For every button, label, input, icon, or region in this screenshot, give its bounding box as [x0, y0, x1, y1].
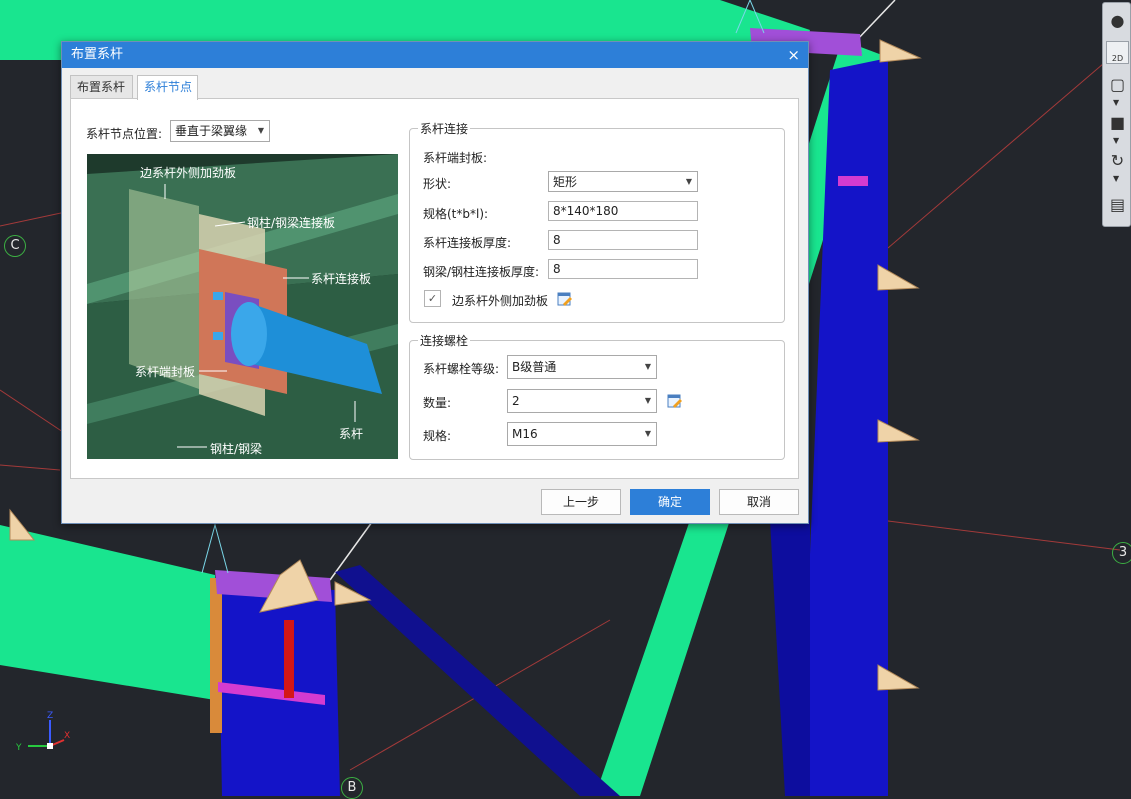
bolt-spec-value: M16: [512, 427, 538, 441]
view-toolbar: ● 2D ▢ ▼ ■ ▼ ↻ ▼ ▤: [1102, 2, 1131, 227]
bolt-count-value: 2: [512, 394, 520, 408]
end-plate-label: 系杆端封板:: [423, 151, 488, 165]
node-preview-drawing: [87, 154, 398, 459]
callout-stiffener: 边系杆外侧加劲板: [140, 166, 237, 180]
group-bolts-title: 连接螺栓: [418, 332, 471, 349]
tie-plate-thickness-label: 系杆连接板厚度:: [423, 236, 512, 250]
tie-plate-thickness-input[interactable]: 8: [548, 230, 698, 250]
dialog-titlebar[interactable]: 布置系杆 ×: [62, 42, 808, 68]
tie-plate-thickness-value: 8: [553, 233, 561, 247]
column-lower-end-plate: [210, 578, 222, 733]
cube-solid-icon[interactable]: ■: [1106, 111, 1129, 134]
axis-label-c: C: [4, 235, 26, 257]
prev-step-button[interactable]: 上一步: [541, 489, 621, 515]
triad-y-label: Y: [15, 743, 22, 753]
tie-rod-dialog: 布置系杆 × 布置系杆 系杆节点 系杆节点位置: 垂直于梁翼缘 ▼ 边系杆外侧加…: [61, 41, 809, 524]
rotate-icon[interactable]: ↻: [1106, 149, 1129, 172]
spec-value: 8*140*180: [553, 204, 619, 218]
shape-select[interactable]: 矩形 ▼: [548, 171, 698, 192]
axis-label-3: 3: [1112, 542, 1131, 564]
group-tie-connection: 系杆连接 系杆端封板: 形状: 矩形 ▼ 规格(t*b*l): 8*140*18…: [409, 120, 785, 323]
node-position-label: 系杆节点位置:: [86, 127, 163, 141]
view-2d-button[interactable]: 2D: [1106, 41, 1129, 64]
callout-column-beam: 钢柱/钢梁: [210, 442, 263, 456]
chevron-down-icon: ▼: [257, 126, 264, 135]
node-preview-image: 边系杆外侧加劲板 钢柱/钢梁连接板 系杆连接板 系杆端封板 系杆 钢柱/钢梁: [87, 154, 398, 459]
chevron-down-icon[interactable]: ▼: [1113, 98, 1119, 107]
beam-plate-thickness-value: 8: [553, 262, 561, 276]
callout-tie-rod: 系杆: [339, 427, 364, 441]
cancel-button[interactable]: 取消: [719, 489, 799, 515]
bolt-grade-select[interactable]: B级普通 ▼: [507, 355, 657, 379]
triad-x-label: X: [64, 731, 70, 741]
callout-beam-plate: 钢柱/钢梁连接板: [247, 216, 336, 230]
tab-place-tie-rod[interactable]: 布置系杆: [70, 75, 133, 99]
orbit-sphere-icon[interactable]: ●: [1106, 9, 1129, 32]
stiffener-checkbox-label[interactable]: 边系杆外侧加劲板: [452, 292, 548, 309]
tab-panel-node: 系杆节点位置: 垂直于梁翼缘 ▼ 边系杆外侧加劲板 钢柱/钢梁连接板 系杆连接板…: [70, 98, 799, 479]
stiffener-checkbox[interactable]: ✓: [424, 290, 441, 307]
triad-z-label: Z: [47, 711, 53, 721]
spec-label: 规格(t*b*l):: [423, 207, 489, 221]
ok-button[interactable]: 确定: [630, 489, 710, 515]
bolt-spec-select[interactable]: M16 ▼: [507, 422, 657, 446]
group-tie-connection-title: 系杆连接: [418, 120, 471, 137]
tab-tie-rod-node[interactable]: 系杆节点: [137, 75, 198, 100]
dialog-title: 布置系杆: [71, 47, 124, 62]
properties-panel-icon[interactable]: ▤: [1106, 193, 1129, 216]
shape-value: 矩形: [553, 175, 578, 189]
group-bolts: 连接螺栓 系杆螺栓等级: B级普通 ▼ 数量: 2 ▼ 规格: M16 ▼: [409, 332, 785, 460]
bolt-spec-label: 规格:: [423, 429, 452, 443]
stiffener-edit-icon[interactable]: [557, 291, 573, 307]
cube-wireframe-icon[interactable]: ▢: [1106, 73, 1129, 96]
bolt-count-edit-icon[interactable]: [667, 393, 683, 409]
bolt-count-select[interactable]: 2 ▼: [507, 389, 657, 413]
chevron-down-icon: ▼: [685, 177, 692, 186]
chevron-down-icon[interactable]: ▼: [1113, 174, 1119, 183]
red-bracket: [284, 620, 294, 698]
beam-plate-thickness-input[interactable]: 8: [548, 259, 698, 279]
callout-end-plate: 系杆端封板: [135, 365, 196, 379]
chevron-down-icon: ▼: [644, 396, 651, 405]
close-icon[interactable]: ×: [787, 42, 800, 68]
spec-input[interactable]: 8*140*180: [548, 201, 698, 221]
node-position-value: 垂直于梁翼缘: [175, 124, 248, 138]
axis-triad: Z Y X: [15, 711, 70, 753]
shape-label: 形状:: [423, 177, 452, 191]
bolt-count-label: 数量:: [423, 396, 452, 410]
beam-plate-thickness-label: 钢梁/钢柱连接板厚度:: [423, 265, 540, 279]
chevron-down-icon: ▼: [644, 362, 651, 371]
stiffener-pink: [838, 176, 868, 186]
bolt-grade-value: B级普通: [512, 360, 557, 374]
callout-tie-plate: 系杆连接板: [311, 272, 372, 286]
node-position-select[interactable]: 垂直于梁翼缘 ▼: [170, 120, 270, 142]
chevron-down-icon: ▼: [644, 429, 651, 438]
chevron-down-icon[interactable]: ▼: [1113, 136, 1119, 145]
bolt-grade-label: 系杆螺栓等级:: [423, 362, 500, 376]
